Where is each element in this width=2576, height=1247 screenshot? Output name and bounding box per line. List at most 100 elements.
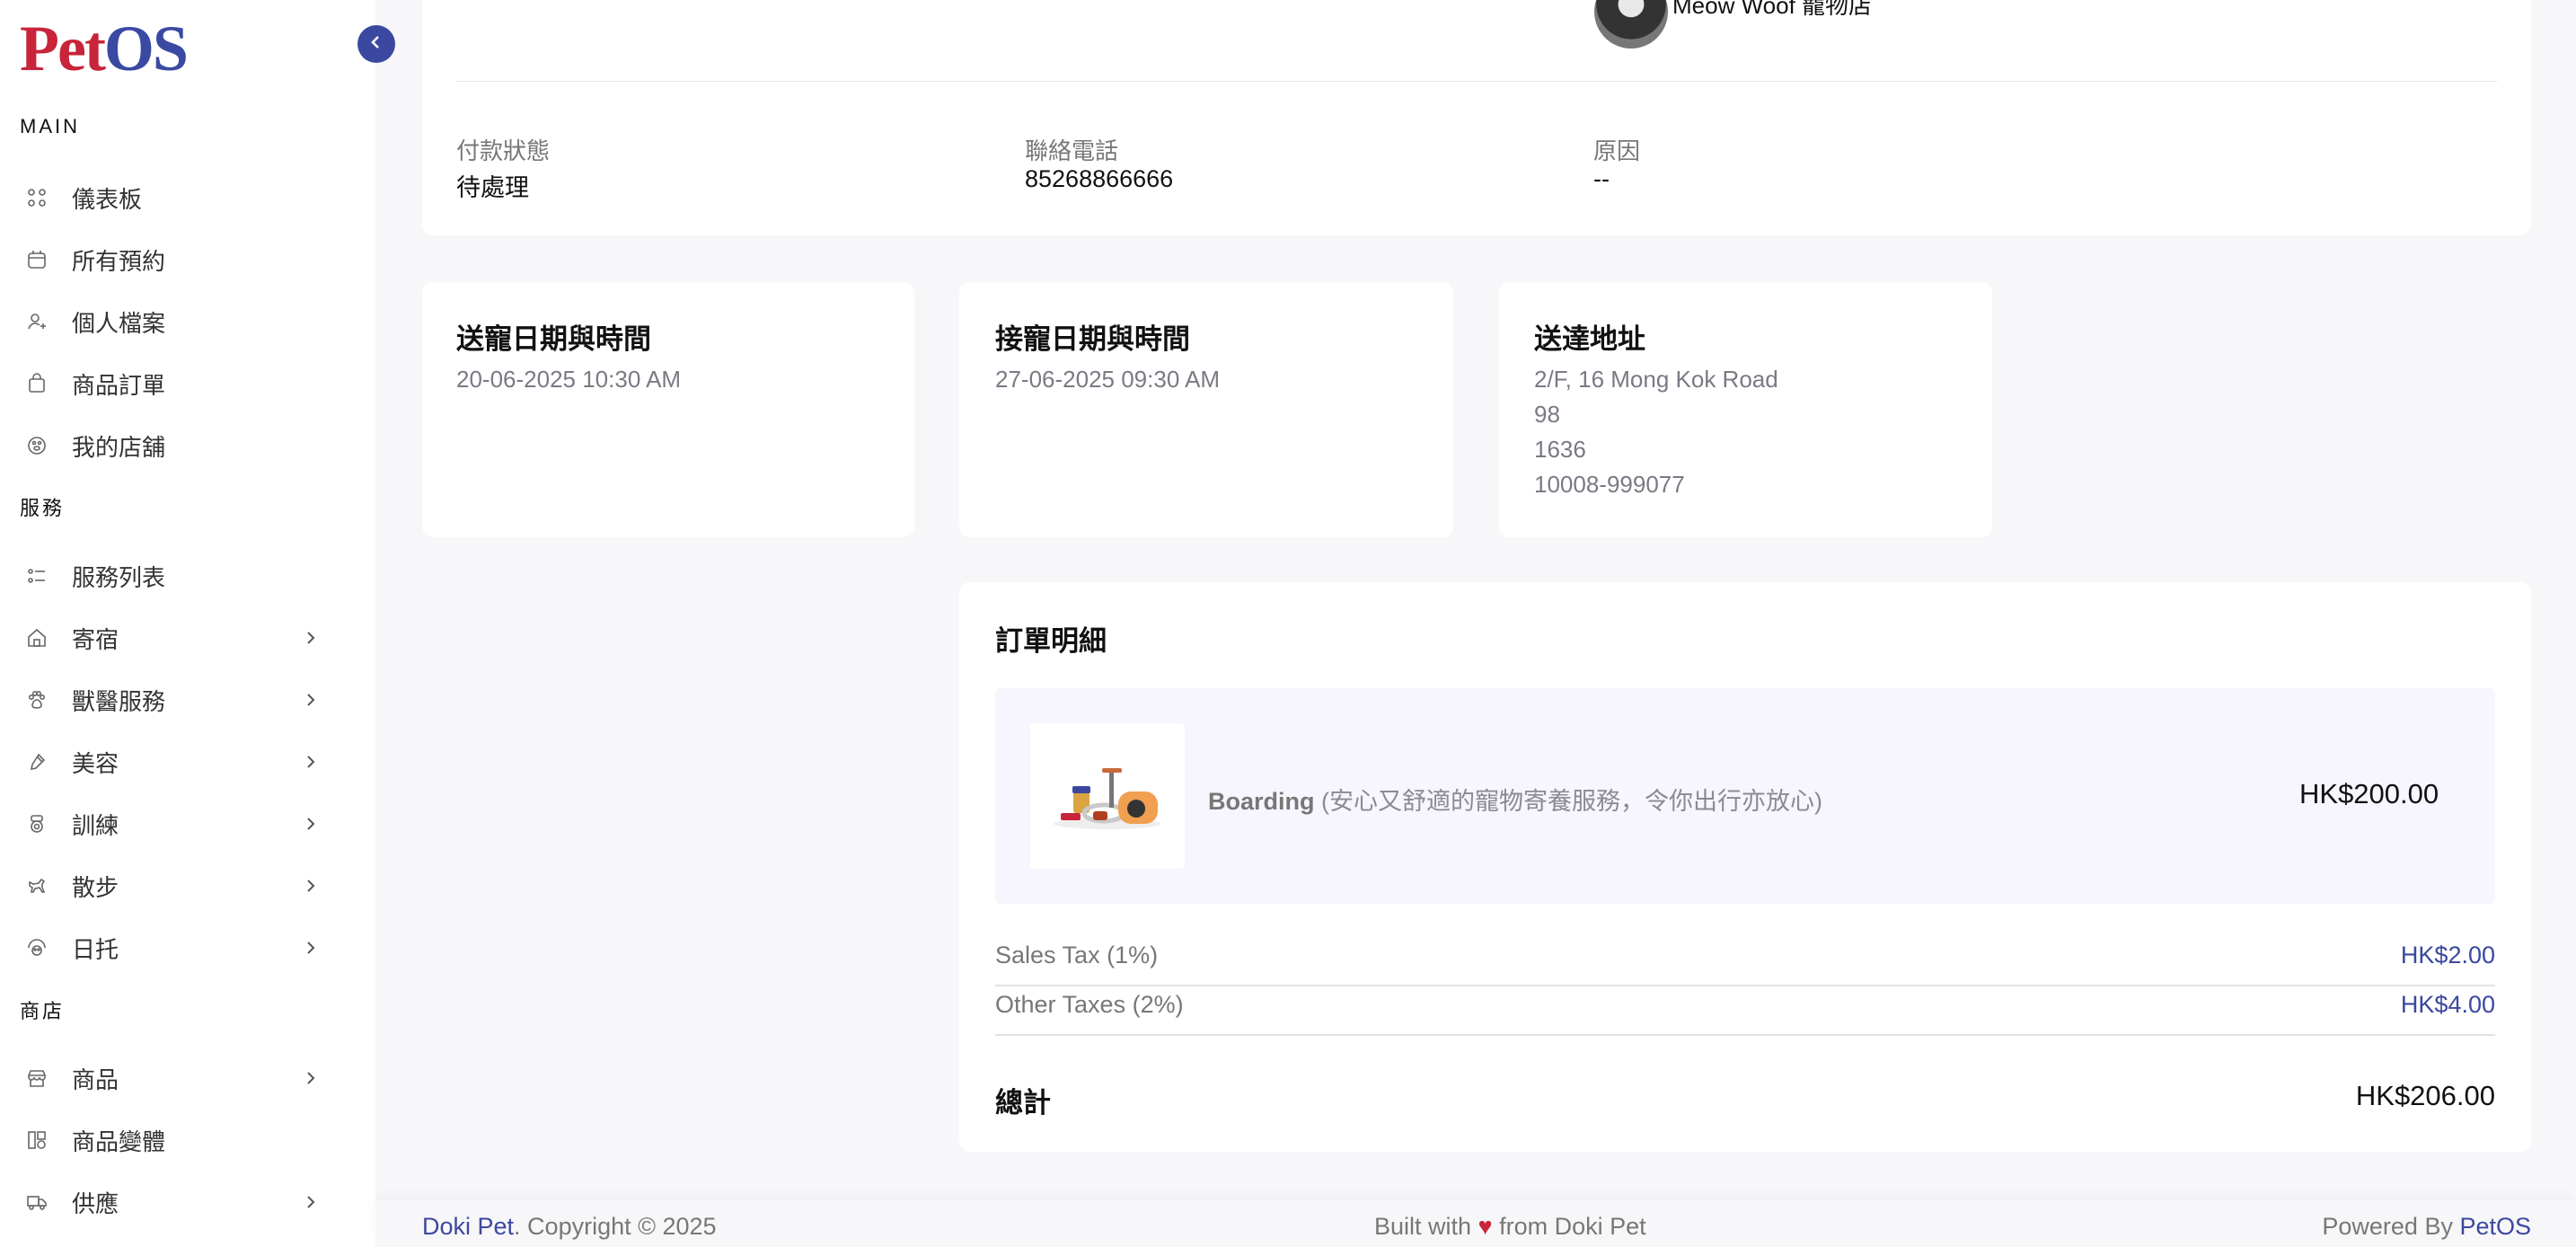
divider: [995, 1034, 2495, 1036]
sidebar-item-training[interactable]: 訓練: [0, 797, 375, 851]
sidebar-item-service-list[interactable]: 服務列表: [0, 549, 375, 603]
address-line: 10008-999077: [1534, 471, 1685, 498]
boarding-thumbnail: [1030, 723, 1185, 869]
chevron-left-icon: [367, 33, 385, 56]
sidebar-item-label: 供應: [72, 1190, 119, 1217]
dropoff-title: 送寵日期與時間: [456, 323, 651, 355]
section-label-services: 服務: [20, 497, 66, 519]
logo-pet-text: Pet: [20, 13, 106, 84]
sidebar-item-my-store[interactable]: 我的店舖: [0, 419, 375, 473]
sidebar-item-label: 所有預約: [72, 247, 166, 275]
sidebar-item-label: 日托: [72, 935, 119, 963]
sidebar-item-label: 散步: [72, 873, 119, 901]
phone-label: 聯絡電話: [1025, 137, 1119, 164]
sidebar-item-grooming[interactable]: 美容: [0, 735, 375, 789]
chevron-right-icon: [300, 751, 322, 773]
address-line: 1636: [1534, 436, 1586, 463]
sidebar-item-product-variants[interactable]: 商品變體: [0, 1113, 375, 1167]
divider: [456, 81, 2497, 82]
sidebar-item-profile[interactable]: 個人檔案: [0, 295, 375, 349]
chevron-right-icon: [300, 627, 322, 649]
chevron-right-icon: [300, 1191, 322, 1213]
section-label-main: MAIN: [20, 115, 80, 137]
sidebar-collapse-button[interactable]: [357, 25, 395, 63]
order-item-description: Boarding (安心又舒適的寵物寄養服務，令你出行亦放心): [1208, 782, 1822, 817]
brush-icon: [25, 750, 49, 774]
truck-icon: [25, 1190, 49, 1214]
chevron-right-icon: [300, 937, 322, 959]
footer-built-prefix: Built with: [1374, 1213, 1478, 1240]
footer-powered-by: Powered By PetOS: [2322, 1213, 2531, 1241]
sales-tax-label: Sales Tax (1%): [995, 942, 1159, 968]
footer-built-with: Built with ♥ from Doki Pet: [1374, 1213, 1646, 1241]
sidebar-item-label: 美容: [72, 749, 119, 777]
medal-icon: [25, 812, 49, 836]
payment-status-label: 付款狀態: [456, 137, 551, 164]
footer-copyright-text: . Copyright © 2025: [514, 1213, 717, 1240]
grid-icon: [25, 186, 49, 209]
sidebar-item-boarding[interactable]: 寄宿: [0, 611, 375, 665]
sidebar-item-label: 獸醫服務: [72, 687, 166, 715]
order-item-price: HK$200.00: [2299, 778, 2439, 809]
list-icon: [25, 564, 49, 588]
dropoff-value: 20-06-2025 10:30 AM: [456, 366, 682, 393]
sidebar-item-label: 個人檔案: [72, 309, 166, 337]
footer-petos-link[interactable]: PetOS: [2459, 1213, 2531, 1240]
store-icon: [25, 1066, 49, 1090]
sidebar-item-bookings[interactable]: 所有預約: [0, 233, 375, 287]
address-line: 2/F, 16 Mong Kok Road: [1534, 366, 1778, 393]
sidebar-item-orders[interactable]: 商品訂單: [0, 357, 375, 411]
chevron-right-icon: [300, 689, 322, 711]
total-value: HK$206.00: [2355, 1080, 2495, 1111]
other-tax-label: Other Taxes (2%): [995, 991, 1184, 1018]
pickup-title: 接寵日期與時間: [995, 323, 1190, 355]
address-title: 送達地址: [1534, 323, 1645, 355]
address-line: 98: [1534, 401, 1560, 428]
sidebar-item-dashboard[interactable]: 儀表板: [0, 171, 375, 225]
sidebar-item-label: 寄宿: [72, 625, 119, 653]
section-label-shop: 商店: [20, 1000, 66, 1022]
sidebar-item-label: 我的店舖: [72, 433, 166, 461]
variants-icon: [25, 1128, 49, 1152]
total-label: 總計: [995, 1087, 1051, 1119]
sidebar-item-walking[interactable]: 散步: [0, 859, 375, 913]
sidebar-item-products[interactable]: 商品: [0, 1051, 375, 1105]
sales-tax-value: HK$2.00: [2400, 942, 2495, 968]
chevron-right-icon: [300, 813, 322, 835]
sidebar-item-label: 商品: [72, 1066, 119, 1093]
logo-os-text: OS: [103, 13, 189, 84]
petos-logo[interactable]: PetOS: [20, 13, 189, 84]
sidebar-item-label: 儀表板: [72, 185, 143, 213]
shopping-bag-icon: [25, 372, 49, 395]
walking-dog-icon: [25, 874, 49, 898]
home-icon: [25, 626, 49, 650]
sidebar-item-label: 服務列表: [72, 563, 166, 591]
sidebar-item-label: 商品變體: [72, 1128, 166, 1155]
sidebar: PetOS MAIN 儀表板 所有預約 個人檔案 商品訂單 我的店舖 服務 服務…: [0, 0, 375, 1247]
reason-label: 原因: [1593, 137, 1641, 164]
calendar-icon: [25, 248, 49, 271]
sidebar-item-label: 商品訂單: [72, 371, 166, 399]
user-plus-icon: [25, 310, 49, 333]
chevron-right-icon: [300, 875, 322, 897]
order-detail-title: 訂單明細: [995, 625, 1107, 657]
order-item-name: Boarding: [1208, 788, 1315, 815]
pickup-value: 27-06-2025 09:30 AM: [995, 366, 1221, 393]
footer-brand-link[interactable]: Doki Pet: [422, 1213, 514, 1240]
store-name: Meow Woof 寵物店: [1672, 0, 1873, 19]
chevron-right-icon: [300, 1067, 322, 1089]
footer-copyright: Doki Pet. Copyright © 2025: [422, 1213, 717, 1241]
sidebar-item-label: 訓練: [72, 811, 119, 839]
heart-icon: ♥: [1478, 1213, 1493, 1240]
booking-info-card: [422, 0, 2531, 235]
sidebar-item-supply[interactable]: 供應: [0, 1175, 375, 1229]
reason-value: --: [1593, 165, 1610, 192]
sidebar-item-vet[interactable]: 獸醫服務: [0, 673, 375, 727]
footer-built-suffix: from Doki Pet: [1492, 1213, 1646, 1240]
daycare-icon: [25, 936, 49, 960]
divider: [995, 985, 2495, 986]
sidebar-item-daycare[interactable]: 日托: [0, 921, 375, 975]
phone-value: 85268866666: [1025, 165, 1174, 192]
order-item-desc: (安心又舒適的寵物寄養服務，令你出行亦放心): [1321, 788, 1822, 815]
paw-icon: [25, 688, 49, 712]
